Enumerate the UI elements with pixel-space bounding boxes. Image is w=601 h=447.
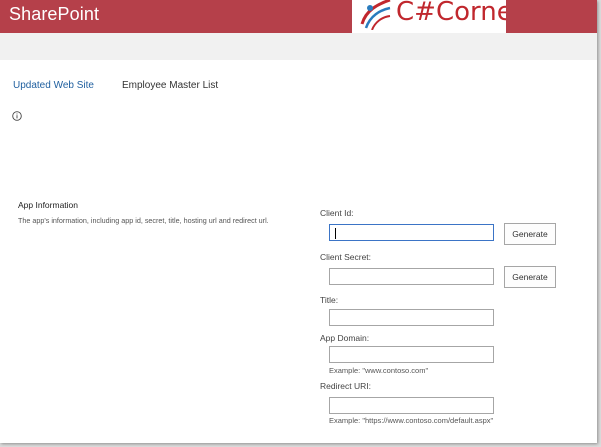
generate-client-id-button[interactable]: Generate xyxy=(504,223,556,245)
nav-item-updated-web-site[interactable]: Updated Web Site xyxy=(13,80,94,91)
app-information-description: The app's information, including app id,… xyxy=(18,216,269,225)
nav-item-employee-master-list[interactable]: Employee Master List xyxy=(122,80,218,91)
logo-wordmark: C#Corner xyxy=(396,0,506,27)
generate-client-secret-button[interactable]: Generate xyxy=(504,266,556,288)
sharepoint-page: SharePoint C#Corner Updated Web Site Emp… xyxy=(0,0,597,443)
redirect-uri-label: Redirect URI: xyxy=(320,381,372,391)
redirect-uri-example: Example: "https://www.contoso.com/defaul… xyxy=(329,416,494,425)
app-domain-example: Example: "www.contoso.com" xyxy=(329,366,429,375)
client-id-input[interactable] xyxy=(329,224,494,241)
csharp-corner-logo: C#Corner xyxy=(352,0,506,33)
title-input[interactable] xyxy=(329,309,494,326)
app-information-heading: App Information xyxy=(18,200,79,210)
app-domain-label: App Domain: xyxy=(320,333,370,343)
sharepoint-brand-link[interactable]: SharePoint xyxy=(9,4,99,25)
info-icon[interactable] xyxy=(12,111,22,121)
text-cursor xyxy=(335,228,336,239)
client-secret-input[interactable] xyxy=(329,268,494,285)
client-secret-label: Client Secret: xyxy=(320,252,372,262)
redirect-uri-input[interactable] xyxy=(329,397,494,414)
suite-bar: SharePoint C#Corner xyxy=(0,0,597,33)
title-label: Title: xyxy=(320,295,339,305)
logo-mark-icon xyxy=(360,0,391,30)
command-bar xyxy=(0,33,597,60)
client-id-label: Client Id: xyxy=(320,208,354,218)
app-domain-input[interactable] xyxy=(329,346,494,363)
